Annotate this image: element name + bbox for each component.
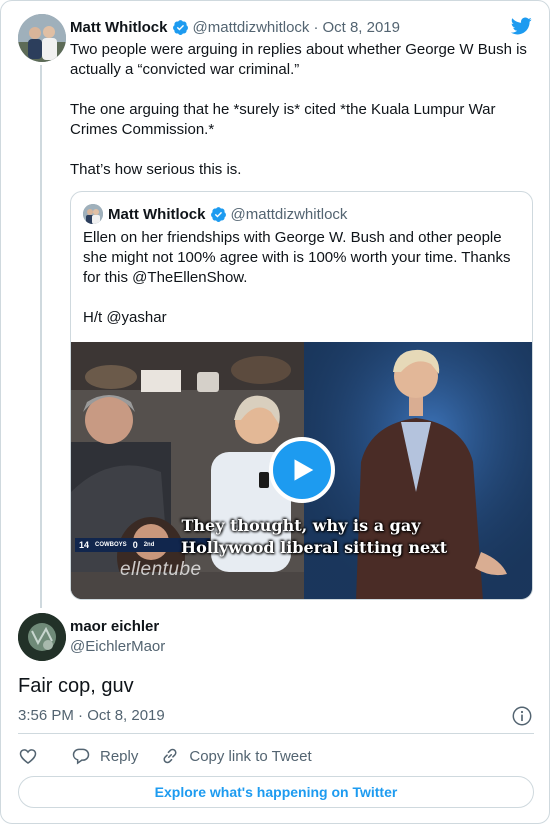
heart-icon (19, 749, 37, 765)
tweet-body: Two people were arguing in replies about… (70, 40, 535, 180)
explore-twitter-button[interactable]: Explore what's happening on Twitter (18, 776, 534, 808)
author-name[interactable]: Matt Whitlock (70, 19, 168, 36)
copy-link-button[interactable]: Copy link to Tweet (160, 746, 312, 766)
reply-text: Fair cop, guv (18, 675, 134, 697)
ellentube-watermark: ellentube (120, 559, 202, 580)
verified-badge-icon (210, 206, 226, 222)
tweet-date[interactable]: Oct 8, 2019 (322, 19, 400, 36)
score-period: 2nd (143, 542, 155, 548)
author-avatar[interactable] (18, 14, 66, 62)
tweet-paragraph: That’s how serious this is. (70, 161, 242, 178)
tweet-paragraph: Two people were arguing in replies about… (70, 41, 527, 78)
score-left: 14 (79, 540, 90, 550)
score-team: COWBOYS (95, 542, 127, 548)
tweet-paragraph: The one arguing that he *surely is* cite… (70, 101, 496, 138)
reply-author-handle[interactable]: @EichlerMaor (70, 637, 165, 657)
quoted-tweet-header: Matt Whitlock @mattdizwhitlock (108, 204, 347, 224)
thread-connector-line (40, 65, 42, 608)
reply-author-avatar[interactable] (18, 613, 66, 661)
like-button[interactable] (18, 746, 38, 766)
play-button[interactable] (269, 437, 335, 503)
reply-label: Reply (100, 747, 139, 765)
video-caption-line: They thought, why is a gay (181, 516, 421, 535)
twitter-bird-icon[interactable] (509, 15, 533, 37)
reply-author-name[interactable]: maor eichler (70, 617, 159, 637)
quoted-tweet[interactable]: Matt Whitlock @mattdizwhitlock Ellen on … (70, 191, 533, 600)
verified-badge-icon (172, 19, 188, 35)
divider (18, 733, 534, 734)
copy-link-label: Copy link to Tweet (189, 747, 312, 765)
reply-button[interactable]: Reply (71, 746, 138, 766)
quoted-author-name: Matt Whitlock (108, 205, 206, 223)
separator-dot: · (313, 18, 319, 36)
reply-bubble-icon (72, 748, 90, 765)
action-bar: Reply Copy link to Tweet (18, 745, 312, 767)
info-icon[interactable] (511, 705, 533, 727)
tweet-header: Matt Whitlock @mattdizwhitlock · Oct 8, … (70, 17, 400, 37)
quoted-tweet-body: Ellen on her friendships with George W. … (83, 228, 523, 328)
video-caption-line: Hollywood liberal sitting next (181, 538, 448, 557)
quoted-author-avatar (83, 204, 103, 224)
quoted-tweet-paragraph: H/t @yashar (83, 309, 167, 326)
link-icon (163, 748, 177, 764)
play-icon (294, 459, 314, 481)
quoted-tweet-paragraph: Ellen on her friendships with George W. … (83, 229, 511, 286)
quoted-author-handle: @mattdizwhitlock (230, 205, 348, 223)
tweet-embed-card: Matt Whitlock @mattdizwhitlock · Oct 8, … (0, 0, 550, 824)
author-handle[interactable]: @mattdizwhitlock (193, 19, 310, 36)
score-right: 0 (132, 540, 138, 550)
reply-timestamp[interactable]: 3:56 PM · Oct 8, 2019 (18, 706, 165, 726)
video-thumbnail[interactable]: 14 COWBOYS 0 2nd ellentube They thought,… (71, 342, 532, 599)
